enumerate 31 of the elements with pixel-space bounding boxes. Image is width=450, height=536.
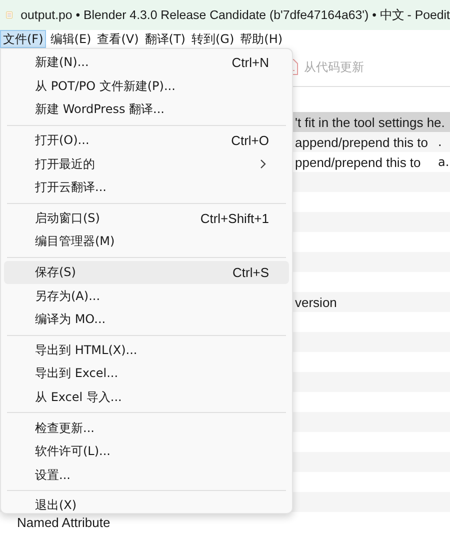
menu-item[interactable]: 打开最近的 [4, 152, 289, 176]
source-text: version [295, 294, 337, 310]
menu-bar-item[interactable]: 查看(V) [95, 30, 141, 48]
menu-item[interactable]: 从 Excel 导入... [4, 386, 289, 410]
menu-item[interactable]: 从 POT/PO 文件新建(P)... [4, 74, 289, 98]
menu-item[interactable]: 编译为 MO... [4, 308, 289, 332]
menu-item[interactable]: 打开云翻译... [4, 176, 289, 200]
source-text: append/prepend this to [295, 134, 428, 150]
menu-bar-item[interactable]: 翻译(T) [142, 30, 188, 48]
menu-item[interactable]: 启动窗口(S) Ctrl+Shift+1 [4, 206, 289, 230]
menu-item[interactable]: 设置... [4, 464, 289, 488]
menu-item[interactable]: 软件许可(L)... [4, 440, 289, 464]
source-text: 't fit in the tool settings he. [295, 114, 445, 130]
menu-item[interactable]: 导出到 Excel... [4, 362, 289, 386]
menu-item[interactable]: 另存为(A)... [4, 284, 289, 308]
menu-item[interactable]: 导出到 HTML(X)... [4, 338, 289, 362]
source-text: ppend/prepend this to [295, 154, 421, 170]
menu-item[interactable]: 编目管理器(M) [4, 230, 289, 254]
menu-item[interactable]: 保存(S) Ctrl+S [4, 260, 289, 284]
menu-bar-item[interactable]: 编辑(E) [48, 30, 94, 48]
menu-bar-item[interactable]: 帮助(H) [238, 30, 285, 48]
menu-item[interactable]: 新建 WordPress 翻译... [4, 98, 289, 122]
menu-item[interactable]: 打开(O)... Ctrl+O [4, 128, 289, 152]
menu-item[interactable]: 新建(N)... Ctrl+N [4, 51, 289, 75]
translation-text: . [438, 135, 442, 149]
window-title: output.po • Blender 4.3.0 Release Candidate (b'7dfe47164a63') • 中文 - Poedit [20, 6, 450, 24]
menu-item[interactable]: 检查更新... [4, 416, 289, 440]
menu-bar-item[interactable]: 转到(G) [190, 30, 236, 48]
menu-bar-item[interactable]: 文件(F) [0, 30, 46, 48]
chevron-right-icon [260, 159, 266, 170]
translation-text: a.. [438, 155, 450, 169]
